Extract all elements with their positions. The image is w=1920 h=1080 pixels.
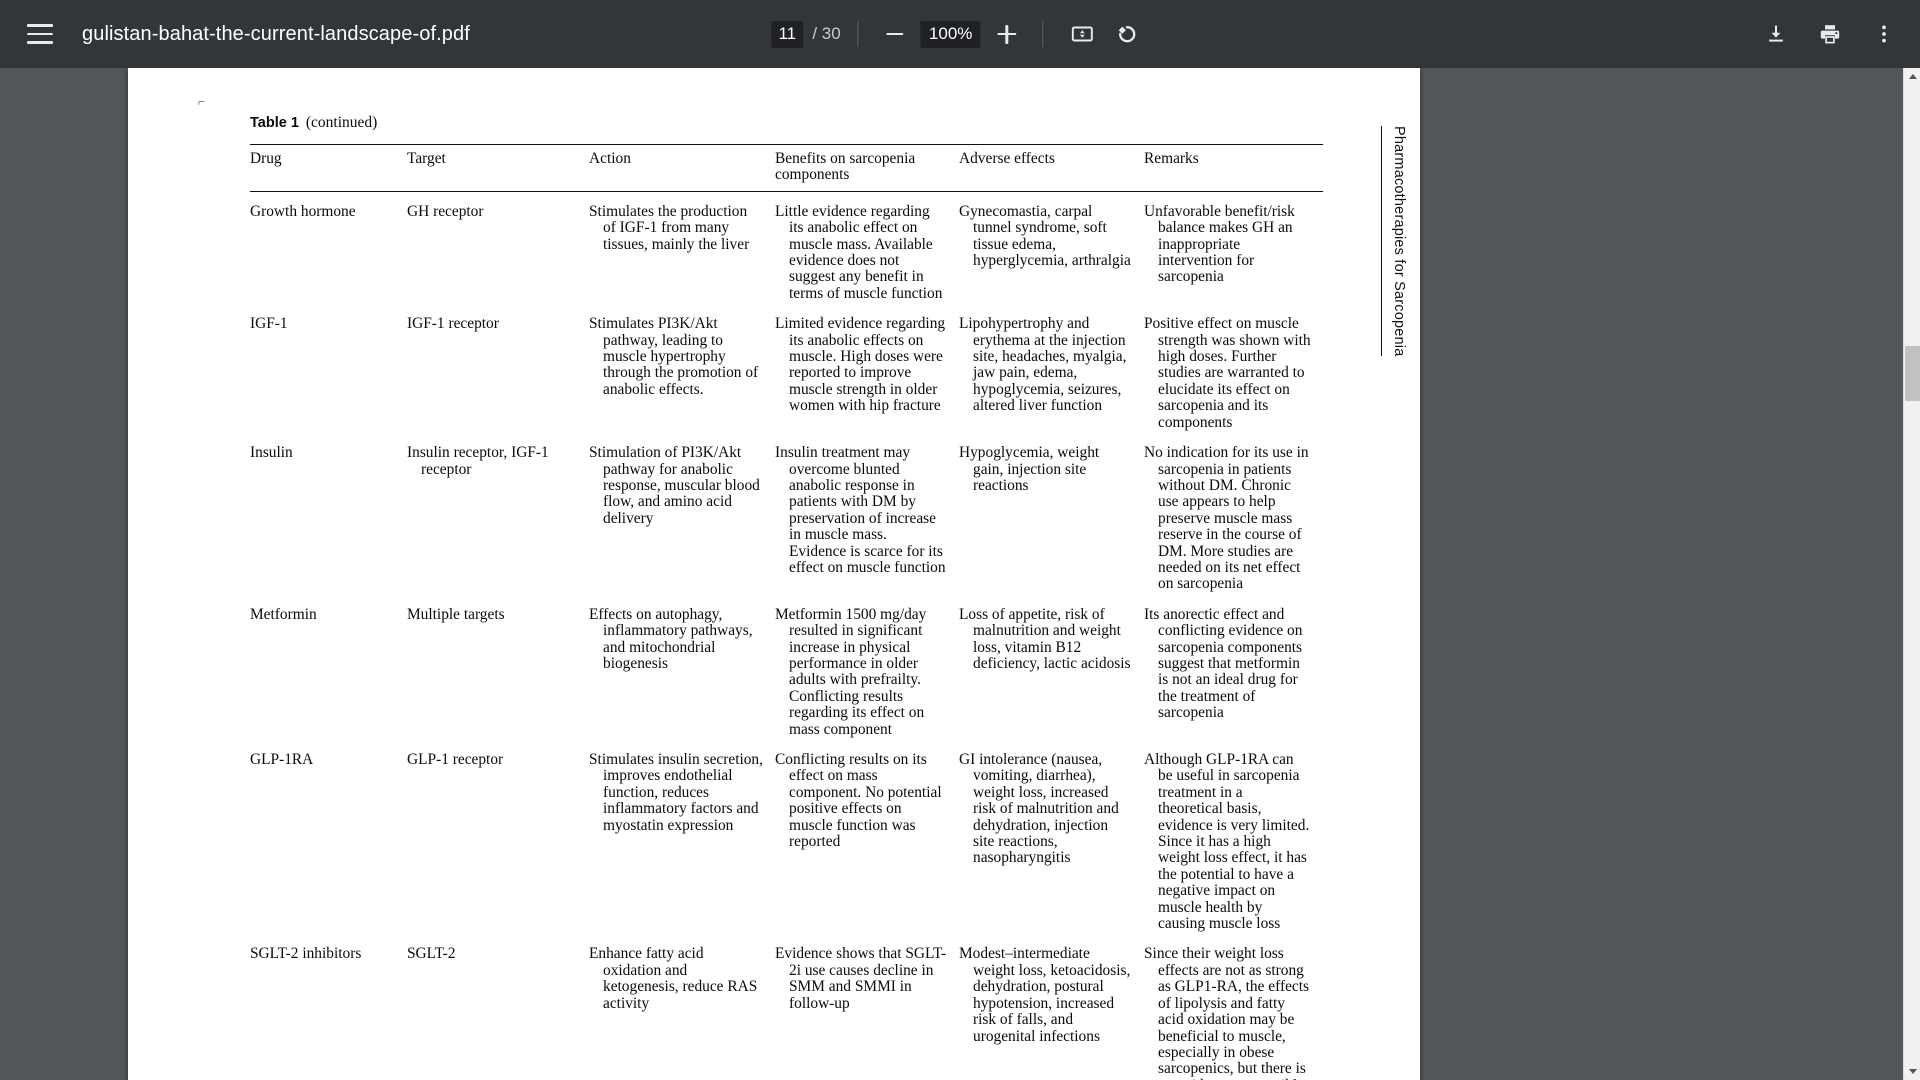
fit-to-page-icon [1072,26,1094,42]
cell-target: GH receptor [407,202,484,220]
zoom-out-button[interactable] [876,15,914,53]
table-header-row: Drug Target Action Benefits on sarcopeni… [250,144,1323,192]
table-row: IGF-1 IGF-1 receptor Stimulates PI3K/Akt… [250,306,1323,435]
running-head-rule [1380,126,1382,356]
scroll-down-triangle [1908,1069,1917,1074]
cell-benefits: Little evidence regarding its anabolic e… [775,202,943,302]
cell-drug: GLP-1RA [250,751,314,768]
table-row: Metformin Multiple targets Effects on au… [250,597,1323,742]
column-header-benefits: Benefits on sarcopenia components [775,144,959,192]
pdf-page-content: Table 1 (continued) Drug Target Action Be… [128,68,1420,1080]
cell-drug: Insulin [250,444,293,462]
cell-target: GLP-1 receptor [407,751,504,768]
column-header-target: Target [407,144,589,192]
pdf-viewer-area[interactable]: Table 1 (continued) Drug Target Action Be… [0,68,1920,1080]
cell-drug: Metformin [250,605,317,623]
cell-benefits: Conflicting results on its effect on mas… [775,751,942,851]
cell-remarks: Unfavorable benefit/risk balance makes G… [1144,202,1295,286]
page-corner-mark: ⌐ [198,94,206,109]
column-header-drug: Drug [250,144,407,192]
cell-target: Insulin receptor, IGF-1 receptor [407,444,549,478]
more-options-kebab-icon [1882,25,1886,43]
cell-drug: Growth hormone [250,202,356,220]
hamburger-bar-1 [27,24,53,27]
more-options-button[interactable] [1862,12,1906,56]
document-title: gulistan-bahat-the-current-landscape-of.… [82,22,470,45]
toolbar-right-actions [1754,12,1906,56]
cell-action: Stimulation of PI3K/Akt pathway for anab… [589,444,760,527]
cell-remarks: Although GLP-1RA can be useful in sarcop… [1144,751,1310,933]
cell-remarks: Positive effect on muscle strength was s… [1144,315,1311,431]
pdf-toolbar: gulistan-bahat-the-current-landscape-of.… [0,0,1920,68]
table-body: Growth hormone GH receptor Stimulates th… [250,191,1323,1080]
cell-adverse: Hypoglycemia, weight gain, injection sit… [959,444,1100,494]
cell-adverse: Lipohypertrophy and erythema at the inje… [959,315,1127,415]
column-header-adverse-effects: Adverse effects [959,144,1144,192]
print-icon [1820,25,1840,44]
table-row: SGLT-2 inhibitors SGLT-2 Enhance fatty a… [250,936,1323,1080]
toolbar-divider-2 [1042,21,1044,47]
download-button[interactable] [1754,12,1798,56]
table-caption-continued: (continued) [305,114,378,131]
cell-target: SGLT-2 [407,945,456,963]
cell-action: Stimulates insulin secretion, improves e… [589,751,763,834]
hamburger-bar-3 [27,41,53,44]
cell-target: Multiple targets [407,605,505,623]
download-icon [1769,25,1783,42]
page-number-input[interactable] [771,20,804,48]
table-caption-label: Table 1 [250,115,299,131]
cell-drug: SGLT-2 inhibitors [250,945,362,963]
hamburger-bar-2 [27,32,53,36]
cell-adverse: Loss of appetite, risk of malnutrition a… [959,605,1131,672]
cell-benefits: Limited evidence regarding its anabolic … [775,315,946,415]
cell-remarks: Its anorectic effect and conflicting evi… [1144,605,1303,722]
running-head: Pharmacotherapies for Sarcopenia [1380,126,1407,357]
running-head-text: Pharmacotherapies for Sarcopenia [1391,126,1407,357]
hamburger-bars [27,24,53,44]
column-header-action: Action [589,144,775,192]
data-table: Drug Target Action Benefits on sarcopeni… [250,144,1323,1080]
scroll-up-arrow-icon[interactable] [1904,68,1920,85]
table-head: Drug Target Action Benefits on sarcopeni… [250,144,1323,192]
rotate-button[interactable] [1105,12,1149,56]
cell-remarks: No indication for its use in sarcopenia … [1144,444,1309,593]
rotate-counterclockwise-icon [1119,26,1136,43]
print-button[interactable] [1808,12,1852,56]
cell-action: Stimulates PI3K/Akt pathway, leading to … [589,315,759,398]
zoom-in-button[interactable] [988,15,1026,53]
zoom-level-display[interactable]: 100% [920,20,981,48]
cell-adverse: GI intolerance (nausea, vomiting, diarrh… [959,751,1119,867]
scroll-down-arrow-icon[interactable] [1904,1063,1920,1080]
cell-adverse: Modest–intermediate weight loss, ketoaci… [959,945,1131,1045]
cell-remarks: Since their weight loss effects are not … [1144,945,1310,1080]
cell-benefits: Evidence shows that SGLT-2i use causes d… [775,945,947,1012]
plus-icon [997,24,1017,44]
hamburger-menu-icon[interactable] [18,12,62,56]
column-header-remarks: Remarks [1144,144,1323,192]
page-total-label: / 30 [812,24,841,43]
vertical-scrollbar[interactable] [1903,68,1920,1080]
cell-action: Enhance fatty acid oxidation and ketogen… [589,945,758,1012]
cell-adverse: Gynecomastia, carpal tunnel syndrome, so… [959,202,1131,270]
cell-action: Stimulates the production of IGF-1 from … [589,202,750,253]
table-row: Growth hormone GH receptor Stimulates th… [250,191,1323,306]
fit-to-page-button[interactable] [1061,12,1105,56]
table-row: GLP-1RA GLP-1 receptor Stimulates insuli… [250,742,1323,936]
table-row: Insulin Insulin receptor, IGF-1 receptor… [250,435,1323,597]
cell-target: IGF-1 receptor [407,315,499,333]
table-caption: Table 1 (continued) [250,114,377,132]
cell-benefits: Metformin 1500 mg/day resulted in signif… [775,605,927,738]
scrollbar-thumb[interactable] [1905,346,1920,401]
page-and-zoom-controls: / 30 100% [771,12,1148,56]
scroll-up-triangle [1908,74,1917,79]
toolbar-divider-1 [857,21,859,47]
cell-drug: IGF-1 [250,315,288,333]
cell-action: Effects on autophagy, inflammatory pathw… [589,605,753,672]
minus-icon [886,32,904,36]
cell-benefits: Insulin treatment may overcome blunted a… [775,444,946,576]
pdf-page: Table 1 (continued) Drug Target Action Be… [128,68,1420,1080]
